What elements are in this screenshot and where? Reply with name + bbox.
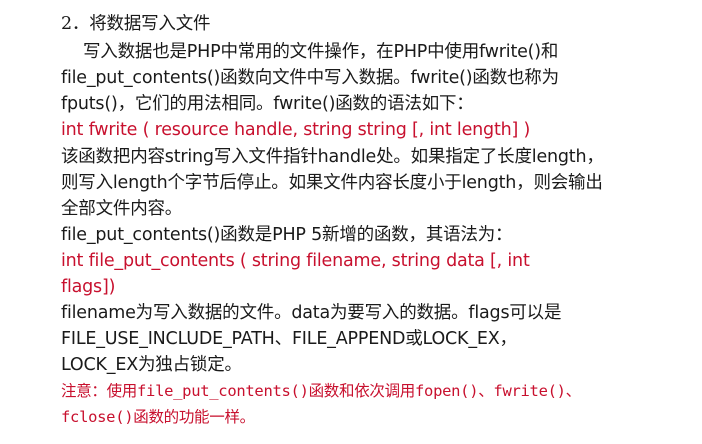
section-heading: 2．将数据写入文件 xyxy=(61,14,211,34)
fwrite-syntax: int fwrite ( resource handle, string str… xyxy=(61,120,531,140)
fpc-syntax-line-2: flags]) xyxy=(61,277,116,297)
fpc-syntax-line-1: int file_put_contents ( string filename,… xyxy=(61,251,530,271)
fwrite-desc-line-2: 则写入length个字节后停止。如果文件内容长度小于length，则会输出 xyxy=(61,173,603,193)
paragraph-line-1: 写入数据也是PHP中常用的文件操作，在PHP中使用fwrite()和 xyxy=(83,42,559,62)
fpc-desc-line-1: filename为写入数据的文件。data为要写入的数据。flags可以是 xyxy=(61,303,562,323)
note-line-2: fclose()函数的功能一样。 xyxy=(61,408,255,426)
fpc-desc-line-3: LOCK_EX为独占锁定。 xyxy=(61,355,242,375)
fwrite-desc-line-3: 全部文件内容。 xyxy=(61,199,183,219)
note-line-1: 注意：使用file_put_contents()函数和依次调用fopen()、f… xyxy=(61,382,581,400)
fwrite-desc-line-1: 该函数把内容string写入文件指针handle处。如果指定了长度length， xyxy=(61,147,604,167)
fpc-desc-line-2: FILE_USE_INCLUDE_PATH、FILE_APPEND或LOCK_E… xyxy=(61,329,517,349)
document-page: 2．将数据写入文件 写入数据也是PHP中常用的文件操作，在PHP中使用fwrit… xyxy=(0,0,702,444)
fpc-intro: file_put_contents()函数是PHP 5新增的函数，其语法为： xyxy=(61,225,513,245)
paragraph-line-2: file_put_contents()函数向文件中写入数据。fwrite()函数… xyxy=(61,68,559,88)
paragraph-line-3: fputs()，它们的用法相同。fwrite()函数的语法如下： xyxy=(61,94,474,114)
